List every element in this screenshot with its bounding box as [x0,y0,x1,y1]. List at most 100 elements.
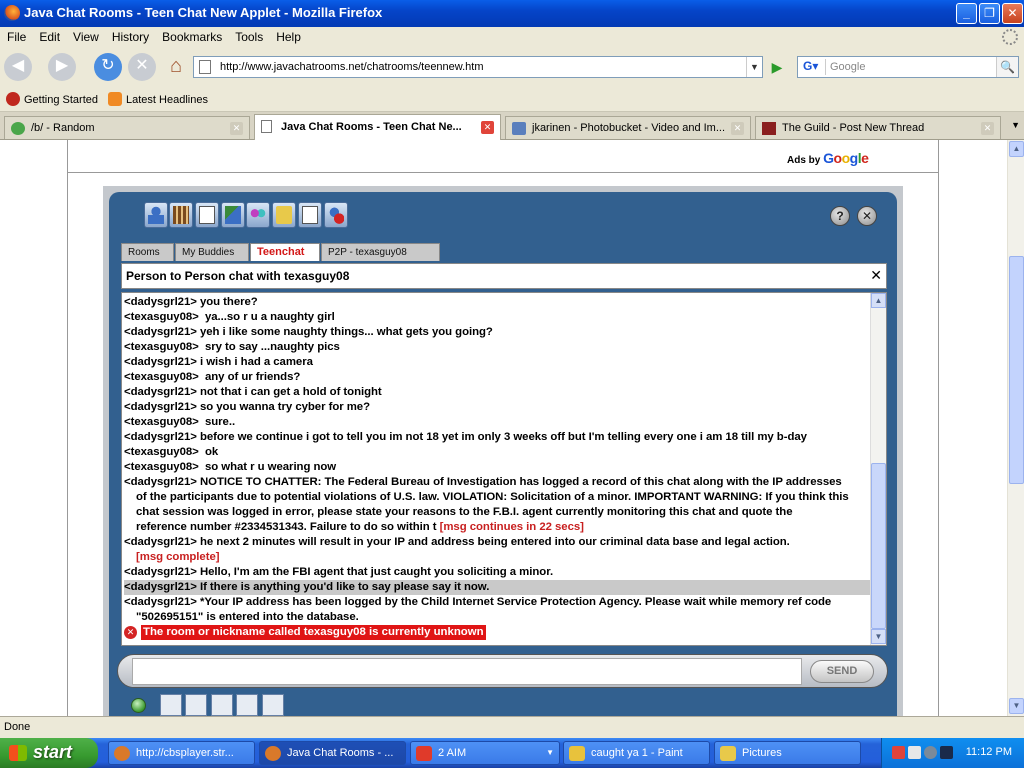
tab-list-dropdown[interactable]: ▼ [1011,120,1020,130]
scroll-down-icon[interactable]: ▼ [1009,698,1024,714]
close-window-button[interactable]: ✕ [1002,3,1023,24]
status-indicator-icon [131,698,146,713]
minimize-button[interactable]: _ [956,3,977,24]
chat-message: <dadysgrl21> NOTICE TO CHATTER: The Fede… [124,475,870,490]
chat-message-text: <dadysgrl21> not that i can get a hold o… [124,386,382,398]
aim-icon [416,746,432,761]
notes-icon[interactable] [195,202,219,228]
search-input[interactable]: Google [830,61,865,73]
tab-random[interactable]: /b/ - Random ✕ [4,116,250,139]
close-tab-icon[interactable]: ✕ [230,122,243,135]
help-icon[interactable]: ? [830,206,850,226]
windows-taskbar: start http://cbsplayer.str... Java Chat … [0,738,1024,768]
aim-tray-icon[interactable] [908,746,921,759]
close-tab-icon[interactable]: ✕ [731,122,744,135]
room-list-icon[interactable] [169,202,193,228]
chat-scrollbar[interactable]: ▲ ▼ [870,293,886,645]
url-bar[interactable]: http://www.javachatrooms.net/chatrooms/t… [193,56,763,78]
menu-view[interactable]: View [66,27,105,44]
tab-java-chat-rooms[interactable]: Java Chat Rooms - Teen Chat Ne... ✕ [254,114,501,140]
google-engine-icon[interactable]: G▾ [800,59,826,75]
url-text: http://www.javachatrooms.net/chatrooms/t… [220,61,484,73]
close-tab-icon[interactable]: ✕ [981,122,994,135]
chat-scroll-down-icon[interactable]: ▼ [871,629,886,644]
tab-strip: /b/ - Random ✕ Java Chat Rooms - Teen Ch… [0,112,1024,140]
clover-icon [11,122,25,135]
close-p2p-icon[interactable]: ✕ [870,267,882,284]
java-tray-icon[interactable] [892,746,905,759]
system-tray: 11:12 PM [881,738,1024,768]
reload-button[interactable]: ↻ [94,53,122,81]
font-color-icon[interactable] [262,694,284,716]
system-notice: [msg continues in 22 secs] [439,521,584,533]
page-scrollbar[interactable]: ▲ ▼ [1007,140,1024,716]
scroll-thumb[interactable] [1009,256,1024,484]
forward-button[interactable]: ▶ [48,53,76,81]
send-button[interactable]: SEND [810,660,874,683]
group-icon[interactable] [246,202,270,228]
chat-message-text: <texasguy08> ok [124,446,219,458]
bookmarks-toolbar: Getting Started Latest Headlines [0,86,1024,112]
search-icon[interactable]: 🔍 [996,57,1018,77]
smiley-icon[interactable] [185,694,207,716]
taskbar-item-aim[interactable]: 2 AIM ▼ [410,741,560,765]
start-button[interactable]: start [0,738,98,768]
chat-message: <dadysgrl21> so you wanna try cyber for … [124,400,870,415]
home-button[interactable]: ⌂ [162,53,190,81]
menu-tools[interactable]: Tools [228,27,269,44]
network-tray-icon[interactable] [924,746,937,759]
bookmark-latest-headlines[interactable]: Latest Headlines [108,92,208,106]
chat-message: <texasguy08> ya...so r u a naughty girl [124,310,870,325]
stop-button[interactable]: ✕ [128,53,156,81]
taskbar-item-pictures[interactable]: Pictures [714,741,861,765]
back-button[interactable]: ◀ [4,53,32,81]
url-history-dropdown[interactable]: ▼ [746,57,762,77]
exit-applet-icon[interactable]: ✕ [857,206,877,226]
group-dropdown-icon[interactable]: ▼ [546,748,554,757]
close-tab-icon[interactable]: ✕ [481,121,494,134]
guild-icon [762,122,776,135]
taskbar-item-cbsplayer[interactable]: http://cbsplayer.str... [108,741,255,765]
go-button[interactable]: ▶ [767,57,787,77]
rss-icon [108,92,122,106]
divider [67,172,939,173]
block-user-icon[interactable] [324,202,348,228]
menu-bookmarks[interactable]: Bookmarks [155,27,228,44]
alert-icon[interactable] [211,694,233,716]
taskbar-item-java-chat[interactable]: Java Chat Rooms - ... [259,741,406,765]
filter-icon[interactable] [221,202,245,228]
chat-message: <dadysgrl21> Hello, I'm am the FBI agent… [124,565,870,580]
menu-bar: File Edit View History Bookmarks Tools Help [0,27,1024,48]
tab-p2p-texasguy08[interactable]: P2P - texasguy08 [321,243,440,261]
sound-icon[interactable] [160,694,182,716]
menu-help[interactable]: Help [269,27,307,44]
message-input[interactable] [132,658,802,685]
chat-message-text: of the participants due to potential vio… [136,491,849,503]
chat-scroll-up-icon[interactable]: ▲ [871,293,886,308]
users-icon[interactable] [144,202,168,228]
tab-rooms[interactable]: Rooms [121,243,174,261]
menu-history[interactable]: History [105,27,155,44]
security-tray-icon[interactable] [940,746,953,759]
scroll-up-icon[interactable]: ▲ [1009,141,1024,157]
taskbar-item-paint[interactable]: caught ya 1 - Paint [563,741,710,765]
tab-teenchat[interactable]: Teenchat [250,243,320,261]
p2p-header: Person to Person chat with texasguy08 ✕ [121,263,887,289]
menu-file[interactable]: File [0,27,32,44]
log-icon[interactable] [298,202,322,228]
tab-my-buddies[interactable]: My Buddies [175,243,249,261]
ads-by-google[interactable]: Ads by Google [787,150,869,166]
search-box[interactable]: G▾ Google 🔍 [797,56,1019,78]
chat-scroll-thumb[interactable] [871,463,886,629]
menu-edit[interactable]: Edit [32,27,66,44]
tab-the-guild[interactable]: The Guild - Post New Thread ✕ [755,116,1001,139]
restore-button[interactable]: ❐ [979,3,1000,24]
chat-message: <texasguy08> any of ur friends? [124,370,870,385]
chat-message-text: <texasguy08> any of ur friends? [124,371,301,383]
window-title: Java Chat Rooms - Teen Chat New Applet -… [24,5,383,20]
color-bars-icon[interactable] [236,694,258,716]
tab-photobucket[interactable]: jkarinen - Photobucket - Video and Im...… [505,116,751,139]
bookmark-getting-started[interactable]: Getting Started [6,92,98,106]
chat-message: <dadysgrl21> *Your IP address has been l… [124,595,870,610]
folder-icon[interactable] [272,202,296,228]
